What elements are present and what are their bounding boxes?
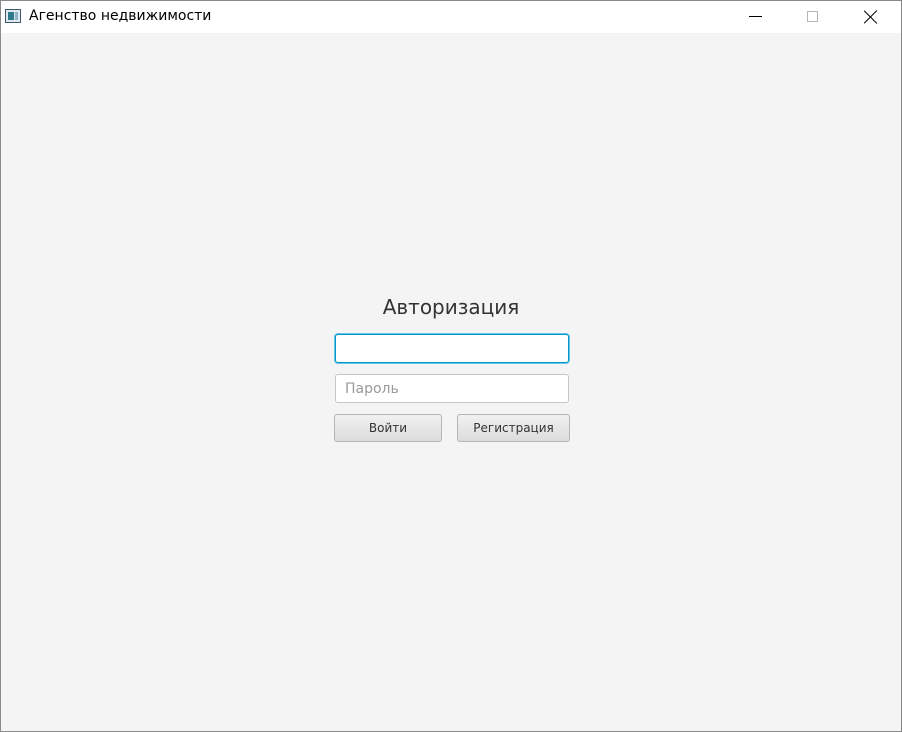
maximize-button[interactable] [784, 1, 842, 33]
title-bar[interactable]: Агенство недвижимости [1, 1, 901, 33]
auth-heading: Авторизация [382, 295, 520, 319]
login-field[interactable] [335, 334, 569, 363]
password-field[interactable] [335, 374, 569, 403]
register-button[interactable]: Регистрация [457, 414, 570, 442]
close-button[interactable] [842, 1, 900, 33]
minimize-icon [749, 16, 762, 17]
minimize-button[interactable] [726, 1, 784, 33]
app-window-icon [5, 9, 21, 23]
app-window: Агенство недвижимости Авторизация Войти … [0, 0, 902, 732]
close-icon [864, 10, 878, 24]
login-button[interactable]: Войти [334, 414, 442, 442]
maximize-icon [807, 11, 818, 22]
window-title: Агенство недвижимости [29, 8, 212, 24]
auth-form-area: Авторизация Войти Регистрация [1, 33, 901, 731]
